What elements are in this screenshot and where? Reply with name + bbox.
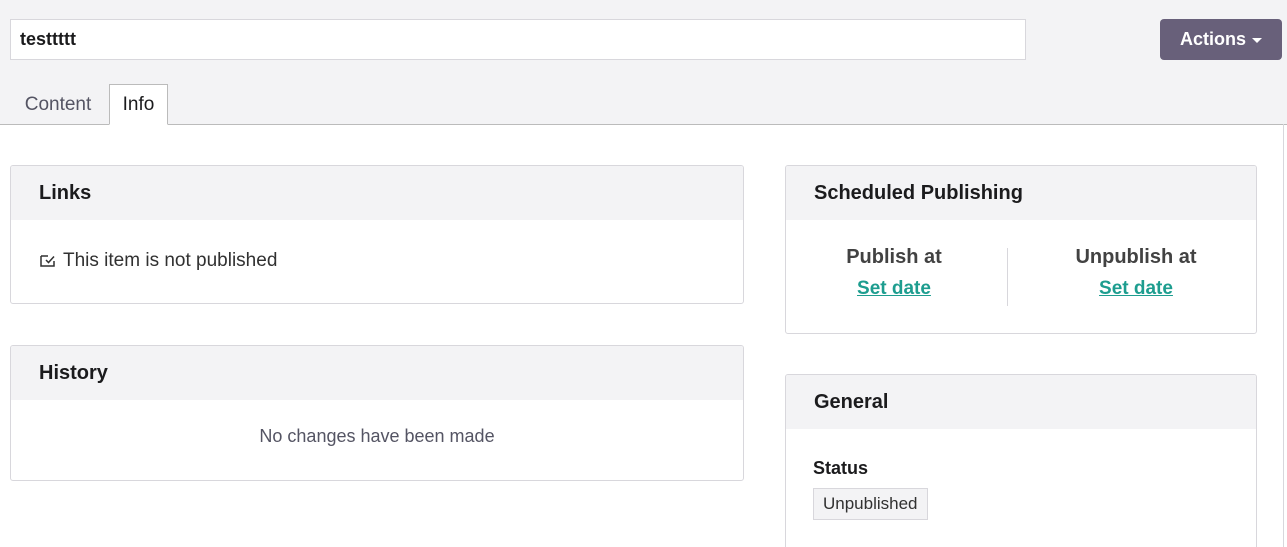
unpublish-at-label: Unpublish at — [1075, 246, 1197, 268]
editor-header: Actions Content Info — [0, 0, 1287, 125]
actions-button[interactable]: Actions — [1160, 19, 1282, 60]
history-empty-message: No changes have been made — [259, 426, 495, 446]
publish-set-date-link[interactable]: Set date — [857, 278, 931, 300]
tab-info[interactable]: Info — [109, 84, 168, 125]
links-panel: Links This item is not published — [10, 165, 744, 304]
tab-info-label: Info — [122, 93, 155, 115]
publish-at-column: Publish at Set date — [786, 246, 1002, 300]
schedule-divider — [1007, 248, 1008, 306]
publish-status-row: This item is not published — [39, 250, 277, 272]
status-label: Status — [813, 458, 869, 478]
unpublished-icon — [39, 253, 57, 269]
general-panel: General Status Unpublished — [785, 374, 1257, 547]
unpublish-at-column: Unpublish at Set date — [1028, 246, 1244, 300]
publish-status-text: This item is not published — [63, 250, 278, 271]
history-panel: History No changes have been made — [10, 345, 744, 481]
content-info-page: Actions Content Info Links This item is … — [0, 0, 1287, 547]
general-panel-title: General — [786, 375, 1256, 429]
actions-button-label: Actions — [1179, 29, 1246, 49]
status-badge: Unpublished — [813, 488, 928, 520]
unpublish-set-date-link[interactable]: Set date — [1099, 278, 1173, 300]
tab-content-label: Content — [24, 93, 92, 115]
scrollbar-edge — [1283, 124, 1284, 547]
publish-at-label: Publish at — [846, 246, 942, 268]
content-name-input[interactable] — [10, 19, 1026, 60]
tab-content[interactable]: Content — [10, 84, 106, 125]
links-panel-title: Links — [11, 166, 743, 220]
scheduled-publishing-panel: Scheduled Publishing Publish at Set date… — [785, 165, 1257, 334]
scheduled-publishing-title: Scheduled Publishing — [786, 166, 1256, 220]
history-panel-title: History — [11, 346, 743, 400]
caret-down-icon — [1252, 38, 1262, 43]
